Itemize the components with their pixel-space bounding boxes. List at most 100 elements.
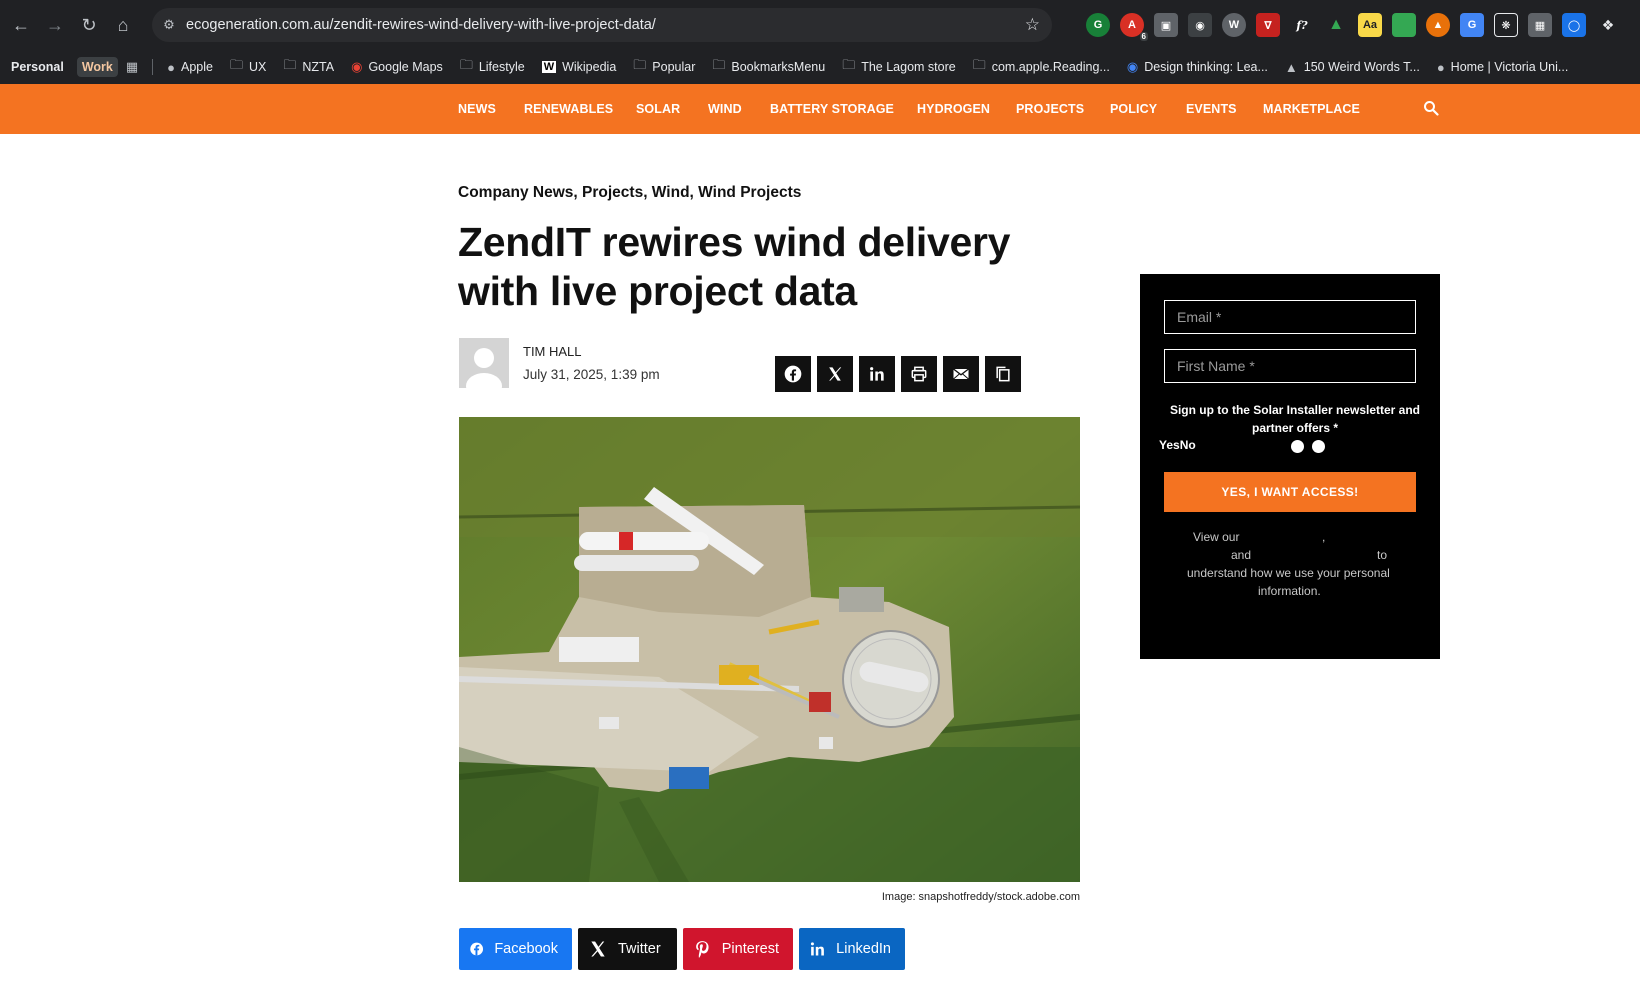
site-info-icon[interactable]: ⚙ (152, 17, 186, 33)
home-icon[interactable]: ⌂ (106, 8, 140, 42)
bookmarks-bar: Personal Work ▦ ● Apple 🗀 UX 🗀 NZTA ◉ Google… (0, 50, 1640, 84)
nav-projects[interactable]: PROJECTS (1016, 102, 1084, 116)
camera-extension-icon[interactable]: ◉ (1188, 13, 1212, 37)
bookmark-design-thinking[interactable]: ◉ Design thinking: Lea... (1127, 59, 1268, 75)
nav-marketplace[interactable]: MARKETPLACE (1263, 102, 1360, 116)
bookmark-wikipedia[interactable]: W Wikipedia (541, 60, 616, 74)
folder-icon: 🗀 (633, 57, 647, 72)
openai-extension-icon[interactable]: ❋ (1494, 13, 1518, 37)
bookmarks-separator (152, 59, 154, 75)
image-caption: Image: snapshotfreddy/stock.adobe.com (881, 891, 1080, 903)
nav-renewables[interactable]: RENEWABLES (524, 102, 613, 116)
extensions-area: G A6 ▣ ◉ W ∇ f? ▲ Aa ▲ G ❋ ▦ ◯ ❖ (1086, 8, 1620, 42)
dictionary-extension-icon[interactable]: Aa (1358, 13, 1382, 37)
map-pin-icon: ◉ (351, 59, 363, 74)
nav-solar[interactable]: SOLAR (636, 102, 680, 116)
browser-toolbar: ← → ↻ ⌂ ⚙ ecogeneration.com.au/zendit-re… (0, 0, 1640, 50)
grammarly-extension-icon[interactable]: G (1086, 13, 1110, 37)
twitter-share-button[interactable]: Twitter (578, 928, 677, 970)
first-name-input[interactable] (1164, 349, 1416, 383)
pdf-extension-icon[interactable]: ∇ (1256, 13, 1280, 37)
nav-battery-storage[interactable]: BATTERY STORAGE (770, 102, 894, 116)
forward-icon[interactable]: → (38, 8, 72, 42)
yes-no-label: YesNo (1159, 438, 1196, 452)
bookmark-ux[interactable]: 🗀 UX (230, 56, 266, 78)
folder-icon: 🗀 (283, 57, 297, 72)
bookmark-star-icon[interactable]: ☆ (1025, 15, 1040, 35)
no-radio[interactable] (1312, 440, 1325, 453)
linkedin-icon (810, 942, 824, 956)
bookmark-lifestyle[interactable]: 🗀 Lifestyle (460, 56, 525, 78)
facebook-icon (470, 942, 484, 956)
reload-icon[interactable]: ↻ (72, 8, 106, 42)
share-icons (775, 356, 1021, 392)
article-title: ZendIT rewires wind delivery with live p… (458, 219, 1011, 314)
newsletter-submit-button[interactable]: YES, I WANT ACCESS! (1164, 472, 1416, 512)
profile-personal[interactable]: Personal (6, 57, 69, 77)
share-facebook-icon[interactable] (775, 356, 811, 392)
share-email-icon[interactable] (943, 356, 979, 392)
back-icon[interactable]: ← (4, 8, 38, 42)
bookmark-lagom-store[interactable]: 🗀 The Lagom store (842, 56, 956, 78)
privacy-information: information. (1258, 584, 1321, 598)
bookmark-victoria-uni[interactable]: ● Home | Victoria Uni... (1437, 60, 1569, 75)
bookmark-apple[interactable]: ● Apple (167, 60, 213, 75)
bitwarden-extension-icon[interactable]: ◯ (1562, 13, 1586, 37)
pinterest-icon (696, 941, 709, 958)
extensions-puzzle-icon[interactable]: ❖ (1596, 13, 1620, 37)
share-x-icon[interactable] (817, 356, 853, 392)
share-copy-icon[interactable] (985, 356, 1021, 392)
yes-radio[interactable] (1291, 440, 1304, 453)
screenshot-extension-icon[interactable]: ▣ (1154, 13, 1178, 37)
address-bar[interactable]: ⚙ ecogeneration.com.au/zendit-rewires-wi… (152, 8, 1052, 42)
translate-extension-icon[interactable]: G (1460, 13, 1484, 37)
search-icon[interactable] (1423, 100, 1439, 116)
profile-work[interactable]: Work (76, 57, 118, 77)
adblock-extension-icon[interactable]: A6 (1120, 13, 1148, 41)
publish-date: July 31, 2025, 1:39 pm (523, 367, 660, 382)
globe-icon: ● (1436, 59, 1445, 75)
folder-icon: 🗀 (842, 57, 856, 72)
author-avatar (459, 338, 509, 388)
bookmark-apple-reading[interactable]: 🗀 com.apple.Reading... (973, 56, 1110, 78)
green-extension-icon[interactable] (1392, 13, 1416, 37)
bookmark-weird-words[interactable]: ▲ 150 Weird Words T... (1285, 60, 1420, 75)
privacy-understand: understand how we use your personal (1187, 566, 1390, 580)
nav-hydrogen[interactable]: HYDROGEN (917, 102, 990, 116)
wikipedia-icon: W (541, 61, 557, 73)
article-categories[interactable]: Company News, Projects, Wind, Wind Proje… (458, 184, 801, 202)
nav-events[interactable]: EVENTS (1186, 102, 1237, 116)
bookmark-bookmarksmenu[interactable]: 🗀 BookmarksMenu (712, 56, 825, 78)
privacy-to: to (1377, 548, 1388, 562)
url-text[interactable]: ecogeneration.com.au/zendit-rewires-wind… (186, 17, 656, 33)
nav-news[interactable]: NEWS (458, 102, 496, 116)
share-print-icon[interactable] (901, 356, 937, 392)
author-name[interactable]: TIM HALL (523, 344, 582, 359)
site-navigation: NEWS RENEWABLES SOLAR WIND BATTERY STORA… (0, 84, 1640, 134)
bookmark-google-maps[interactable]: ◉ Google Maps (351, 59, 443, 75)
linkedin-share-button[interactable]: LinkedIn (799, 928, 905, 970)
nav-wind[interactable]: WIND (708, 102, 742, 116)
apps-grid-icon[interactable]: ▦ (126, 59, 138, 75)
pinterest-share-button[interactable]: Pinterest (683, 928, 793, 970)
nav-policy[interactable]: POLICY (1110, 102, 1157, 116)
bookmark-nzta[interactable]: 🗀 NZTA (283, 56, 334, 78)
apple-icon: ● (167, 59, 175, 75)
share-linkedin-icon[interactable] (859, 356, 895, 392)
folder-icon: 🗀 (229, 57, 243, 72)
email-input[interactable] (1164, 300, 1416, 334)
hero-image (459, 417, 1080, 882)
newsletter-signup-box: Sign up to the Solar Installer newslette… (1140, 274, 1440, 659)
facebook-share-button[interactable]: Facebook (459, 928, 572, 970)
bookmark-popular[interactable]: 🗀 Popular (633, 56, 695, 78)
folder-icon: 🗀 (972, 57, 986, 72)
privacy-and: and (1231, 548, 1252, 562)
devtools-extension-icon[interactable]: ▦ (1528, 13, 1552, 37)
privacy-comma: , (1322, 530, 1326, 544)
x-icon (591, 941, 605, 957)
font-extension-icon[interactable]: f? (1290, 13, 1314, 37)
leaf-extension-icon[interactable]: ▲ (1324, 13, 1348, 37)
orange-extension-icon[interactable]: ▲ (1426, 13, 1450, 37)
wordpress-extension-icon[interactable]: W (1222, 13, 1246, 37)
social-share-buttons: Facebook Twitter Pinterest LinkedIn (459, 928, 905, 970)
